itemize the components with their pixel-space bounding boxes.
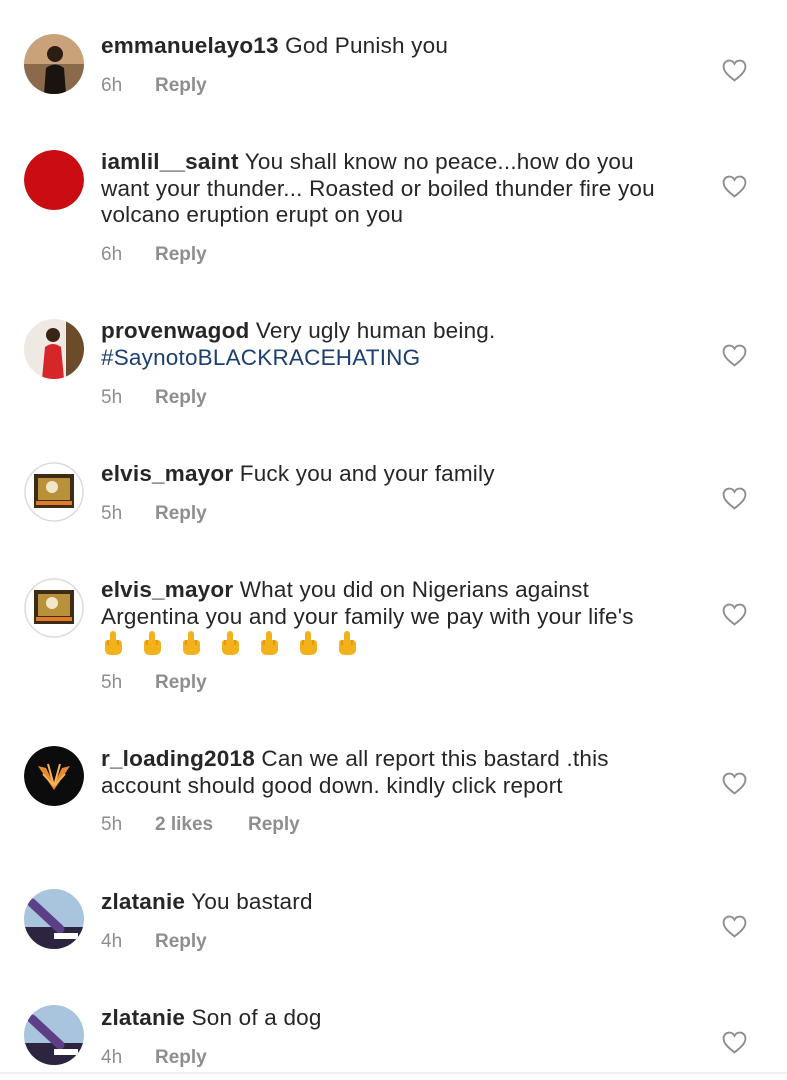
heart-outline-icon[interactable] bbox=[722, 1031, 747, 1054]
comment-username[interactable]: zlatanie bbox=[101, 1005, 185, 1030]
comment-meta: 5h 2 likes Reply bbox=[101, 814, 300, 836]
middle-finger-emoji-icon bbox=[105, 631, 122, 655]
comment-text: zlatanie You bastard bbox=[101, 889, 681, 916]
comment-meta: 5h Reply bbox=[101, 387, 207, 409]
comment-meta: 6h Reply bbox=[101, 244, 207, 266]
comment-text: elvis_mayor What you did on Nigerians ag… bbox=[101, 577, 681, 660]
comment-username[interactable]: elvis_mayor bbox=[101, 577, 233, 602]
comment-body: Very ugly human being. bbox=[255, 318, 496, 343]
comment-username[interactable]: r_loading2018 bbox=[101, 746, 255, 771]
comment-meta: 4h Reply bbox=[101, 931, 207, 953]
comment-meta: 5h Reply bbox=[101, 672, 207, 694]
comment-time: 5h bbox=[101, 814, 123, 835]
comment-text: provenwagod Very ugly human being. #Sayn… bbox=[101, 318, 681, 371]
comment-time: 4h bbox=[101, 1047, 123, 1068]
reply-button[interactable]: Reply bbox=[155, 75, 207, 97]
heart-outline-icon[interactable] bbox=[722, 772, 747, 795]
comment-username[interactable]: elvis_mayor bbox=[101, 461, 233, 486]
comment-body: You bastard bbox=[191, 889, 313, 914]
avatar[interactable] bbox=[24, 1005, 84, 1065]
comment-meta: 4h Reply bbox=[101, 1047, 207, 1069]
comment-text: elvis_mayor Fuck you and your family bbox=[101, 461, 681, 488]
avatar[interactable] bbox=[24, 150, 84, 210]
avatar[interactable] bbox=[24, 889, 84, 949]
comment-username[interactable]: emmanuelayo13 bbox=[101, 33, 279, 58]
avatar[interactable] bbox=[24, 462, 84, 522]
comment-username[interactable]: zlatanie bbox=[101, 889, 185, 914]
heart-outline-icon[interactable] bbox=[722, 344, 747, 367]
comment-time: 4h bbox=[101, 931, 123, 952]
comment-text: zlatanie Son of a dog bbox=[101, 1005, 681, 1032]
comment-time: 6h bbox=[101, 75, 123, 96]
comment-username[interactable]: provenwagod bbox=[101, 318, 249, 343]
middle-finger-emoji-icon bbox=[222, 631, 239, 655]
avatar[interactable] bbox=[24, 746, 84, 806]
heart-outline-icon[interactable] bbox=[722, 59, 747, 82]
emoji-row bbox=[101, 630, 681, 660]
comment-time: 5h bbox=[101, 672, 123, 693]
comment-text: r_loading2018 Can we all report this bas… bbox=[101, 746, 681, 799]
reply-button[interactable]: Reply bbox=[248, 814, 300, 836]
reply-button[interactable]: Reply bbox=[155, 1047, 207, 1069]
middle-finger-emoji-icon bbox=[183, 631, 200, 655]
reply-button[interactable]: Reply bbox=[155, 672, 207, 694]
comment-meta: 6h Reply bbox=[101, 75, 207, 97]
middle-finger-emoji-icon bbox=[261, 631, 278, 655]
reply-button[interactable]: Reply bbox=[155, 244, 207, 266]
comment-time: 5h bbox=[101, 387, 123, 408]
heart-outline-icon[interactable] bbox=[722, 603, 747, 626]
reply-button[interactable]: Reply bbox=[155, 931, 207, 953]
comment-username[interactable]: iamlil__saint bbox=[101, 149, 239, 174]
avatar[interactable] bbox=[24, 319, 84, 379]
comment-time: 5h bbox=[101, 503, 123, 524]
middle-finger-emoji-icon bbox=[300, 631, 317, 655]
comment-text: iamlil__saint You shall know no peace...… bbox=[101, 149, 681, 229]
divider bbox=[0, 1072, 787, 1074]
avatar[interactable] bbox=[24, 578, 84, 638]
avatar[interactable] bbox=[24, 34, 84, 94]
heart-outline-icon[interactable] bbox=[722, 915, 747, 938]
comment-body: God Punish you bbox=[285, 33, 449, 58]
comment-text: emmanuelayo13 God Punish you bbox=[101, 33, 681, 60]
reply-button[interactable]: Reply bbox=[155, 387, 207, 409]
hashtag-link[interactable]: #SaynotoBLACKRACEHATING bbox=[101, 345, 420, 370]
comment-body: Fuck you and your family bbox=[239, 461, 495, 486]
likes-count[interactable]: 2 likes bbox=[155, 814, 248, 836]
reply-button[interactable]: Reply bbox=[155, 503, 207, 525]
middle-finger-emoji-icon bbox=[339, 631, 356, 655]
heart-outline-icon[interactable] bbox=[722, 175, 747, 198]
heart-outline-icon[interactable] bbox=[722, 487, 747, 510]
comment-meta: 5h Reply bbox=[101, 503, 207, 525]
middle-finger-emoji-icon bbox=[144, 631, 161, 655]
comment-body: Son of a dog bbox=[191, 1005, 322, 1030]
comment-time: 6h bbox=[101, 244, 123, 265]
